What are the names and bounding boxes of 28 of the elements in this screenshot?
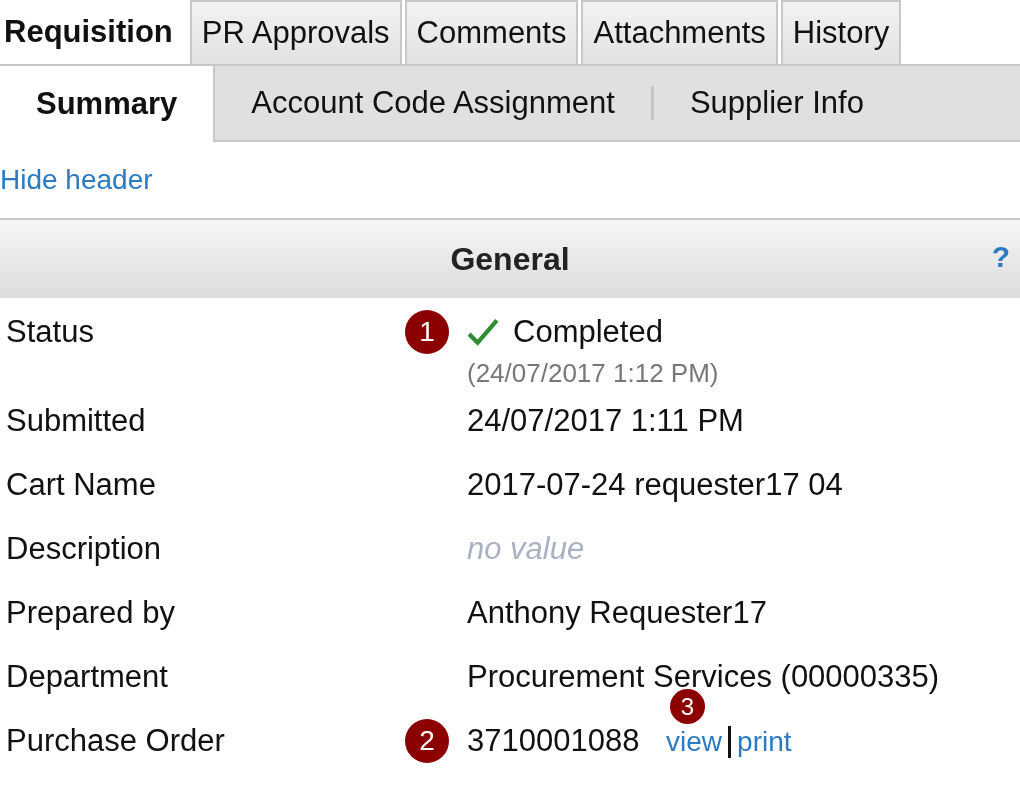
- hide-header-link[interactable]: Hide header: [0, 164, 153, 196]
- status-date: (24/07/2017 1:12 PM): [467, 358, 720, 389]
- check-icon: [467, 318, 499, 346]
- field-label: Description: [6, 531, 162, 566]
- help-link[interactable]: ?: [991, 240, 1010, 274]
- tab[interactable]: PR Approvals: [189, 0, 402, 64]
- number-badge: 1: [405, 310, 449, 354]
- field-label: Status: [6, 314, 94, 349]
- field-label: Prepared by: [6, 595, 175, 630]
- status-value: Completed: [513, 314, 663, 350]
- field-value: 24/07/2017 1:11 PM: [467, 403, 744, 438]
- number-badge: 3: [670, 689, 706, 724]
- field-value: 2017-07-24 requester17 04: [467, 467, 843, 502]
- tab[interactable]: Attachments: [581, 0, 778, 64]
- po-link[interactable]: view: [666, 726, 723, 757]
- field-label: Purchase Order: [6, 723, 225, 758]
- tab[interactable]: Comments: [404, 0, 579, 64]
- no-value-text: no value: [467, 531, 585, 566]
- sub-tab[interactable]: Summary: [0, 66, 216, 142]
- field-value: Anthony Requester17: [467, 595, 767, 630]
- section-title: General: [450, 240, 570, 278]
- field-label: Submitted: [6, 403, 146, 438]
- number-badge: 2: [405, 719, 449, 763]
- tab[interactable]: History: [780, 0, 902, 64]
- field-value: 3710001088: [467, 723, 640, 758]
- field-label: Cart Name: [6, 467, 156, 502]
- po-link[interactable]: print: [737, 726, 792, 757]
- field-label: Department: [6, 659, 168, 694]
